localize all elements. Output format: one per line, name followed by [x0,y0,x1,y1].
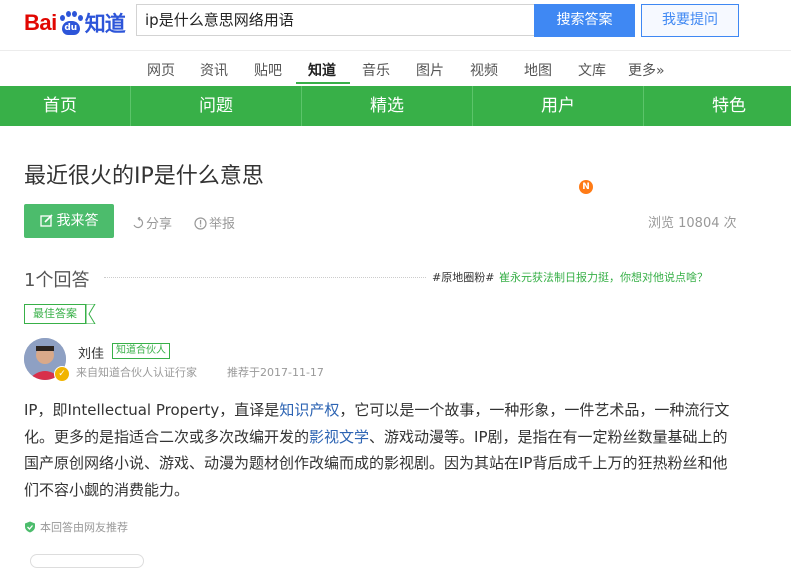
author-name[interactable]: 刘佳 [78,343,104,362]
logo-bai-text: Bai [24,10,57,35]
nav-item-news[interactable]: 资讯 [200,60,228,80]
nav-item-video[interactable]: 视频 [470,60,498,80]
author-source: 来自知道合伙人认证行家 [76,366,197,379]
logo-zhidao-text: 知道 [84,12,126,36]
baidu-zhidao-logo[interactable]: Bai du 知道 [24,6,126,40]
channel-bar: 首页 问题 精选 用户 N 特色 [0,86,791,194]
share-label: 分享 [146,217,173,232]
recommend-label: 本回答由网友推荐 [40,521,128,534]
partner-badge: 知道合伙人 [112,343,170,359]
report-button[interactable]: 举报 [194,213,235,232]
search-button[interactable]: 搜索答案 [534,4,635,37]
channel-users[interactable]: 用户 [473,86,643,126]
nav-item-images[interactable]: 图片 [416,60,444,80]
active-nav-underline [296,82,350,84]
shield-check-icon [25,521,35,533]
top-nav: 网页 资讯 贴吧 知道 音乐 图片 视频 地图 文库 更多» [0,50,791,85]
link-intellectual-property[interactable]: 知识产权 [279,401,339,419]
answers-count: 1个回答 [24,270,90,291]
channel-featured[interactable]: 精选 [302,86,472,126]
report-label: 举报 [209,217,236,232]
topic-tag[interactable]: #原地圈粉# [432,269,494,285]
warning-icon [194,217,207,230]
channel-special[interactable]: 特色 [644,86,791,126]
topic-link[interactable]: 崔永元获法制日报力挺，你想对他说点啥？ [499,269,708,285]
channel-questions[interactable]: 问题 [131,86,301,126]
share-icon [133,216,144,229]
link-film-literature[interactable]: 影视文学 [309,428,369,446]
nav-item-tieba[interactable]: 贴吧 [254,60,282,80]
nav-item-wenku[interactable]: 文库 [578,60,606,80]
nav-item-music[interactable]: 音乐 [362,60,390,80]
answer-content: IP，即Intellectual Property，直译是知识产权，它可以是一个… [24,397,736,503]
search-input[interactable]: ip是什么意思网络用语 [136,4,534,36]
question-title: 最近很火的IP是什么意思 [24,164,264,189]
comment-button-outline[interactable] [30,554,144,568]
new-badge: N [579,180,593,194]
answer-button[interactable]: 我来答 [24,204,114,238]
answer-text: IP，即Intellectual Property，直译是 [24,401,280,419]
divider [104,277,426,278]
answer-date: 推荐于2017-11-17 [227,366,324,379]
ask-question-button[interactable]: 我要提问 [641,4,739,37]
logo-du-text: du [61,21,80,35]
ribbon-notch-icon [86,304,96,324]
nav-item-web[interactable]: 网页 [147,60,175,80]
answer-button-label: 我来答 [56,213,99,229]
paw-icon: du [58,11,84,35]
share-button[interactable]: 分享 [132,213,172,232]
view-count: 浏览 10804 次 [648,216,737,231]
edit-icon [39,214,53,227]
recommend-note: 本回答由网友推荐 [24,519,128,535]
nav-item-zhidao[interactable]: 知道 [308,60,336,80]
channel-home[interactable]: 首页 [0,86,120,126]
nav-item-more[interactable]: 更多» [628,60,665,80]
nav-item-map[interactable]: 地图 [524,60,552,80]
best-answer-tag: 最佳答案 [24,304,86,324]
verified-badge-icon: ✓ [54,366,70,382]
